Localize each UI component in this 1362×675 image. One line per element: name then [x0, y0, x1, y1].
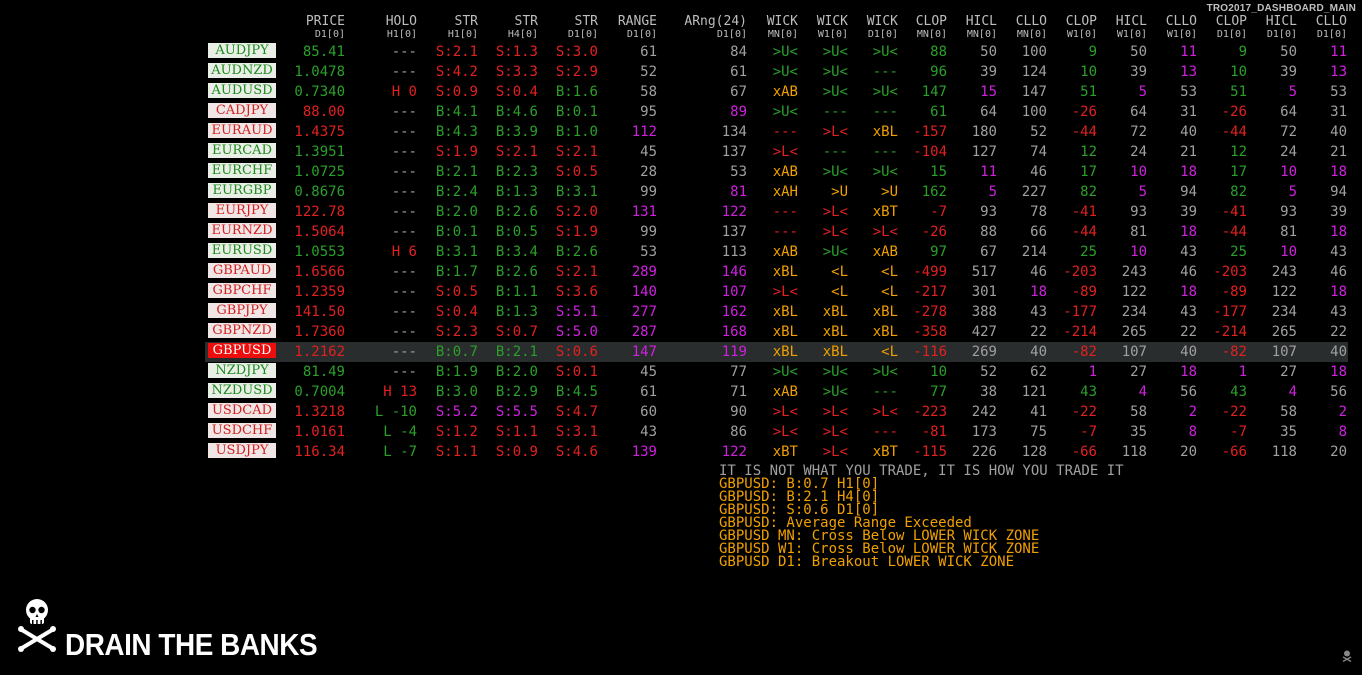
header-str-h1: STR H1[0] — [418, 14, 478, 41]
header-timeframe: H4[0] — [507, 29, 538, 40]
header-timeframe: H1[0] — [447, 29, 478, 40]
header-arng24: ARng(24) D1[0] — [657, 14, 747, 41]
column-headers: PRICE D1[0] HOLO H1[0] STR H1[0] STR H4[0] STR D1… — [0, 15, 1362, 43]
cell-cllo-d1: 43 — [1330, 244, 1347, 260]
cell-cllo-d1: 20 — [1330, 444, 1347, 460]
cell-cllo-d1: 18 — [1330, 224, 1347, 240]
cell-cllo-d1: 46 — [1330, 264, 1347, 280]
logo-text: DRAIN THE BANKS — [65, 627, 318, 662]
table-row[interactable]: CADJPY 88.00 --- B:4.1 B:4.6 B:0.1 95 89 >U< --- -… — [0, 102, 1362, 122]
table-row[interactable]: EURAUD 1.4375 --- B:4.3 B:3.9 B:1.0 112 134 --- >… — [0, 122, 1362, 142]
table-row[interactable]: USDCHF 1.0161 L -4 S:1.2 S:1.1 S:3.1 43 86 >L< >L… — [0, 422, 1362, 442]
cell-cllo-d1: 22 — [1330, 324, 1347, 340]
table-row[interactable]: EURUSD 1.0553 H 6 B:3.1 B:3.4 B:2.6 53 113 xAB >U… — [0, 242, 1362, 262]
table-row[interactable]: GBPJPY 141.50 --- S:0.4 B:1.3 S:5.1 277 162 xBL x… — [0, 302, 1362, 322]
header-label: CLLO — [1315, 14, 1347, 29]
alert-line: GBPUSD D1: Breakout LOWER WICK ZONE — [719, 554, 1015, 570]
table-row[interactable]: EURCAD 1.3951 --- S:1.9 S:2.1 S:2.1 45 137 >L< --… — [0, 142, 1362, 162]
cell-cllo-d1: 94 — [1330, 184, 1347, 200]
table-row[interactable]: EURJPY 122.78 --- B:2.0 B:2.6 S:2.0 131 122 --- >… — [0, 202, 1362, 222]
header-label: STR — [514, 14, 538, 29]
header-label: RANGE — [617, 14, 657, 29]
table-row[interactable]: EURCHF 1.0725 --- B:2.1 B:2.3 S:0.5 28 53 xAB >U<… — [0, 162, 1362, 182]
header-timeframe: D1[0] — [567, 29, 598, 40]
dashboard-title: TRO2017_DASHBOARD_MAIN — [1206, 3, 1356, 14]
header-label: PRICE — [305, 14, 345, 29]
table-row[interactable]: EURGBP 0.8676 --- B:2.4 B:1.3 B:3.1 99 81 xAH >U >… — [0, 182, 1362, 202]
table-row[interactable]: AUDNZD 1.0478 --- S:4.2 S:3.3 S:2.9 52 61 >U< >U<… — [0, 62, 1362, 82]
header-label: HOLO — [385, 14, 417, 29]
header-timeframe: H1[0] — [386, 29, 417, 40]
small-skull-icon — [1342, 647, 1352, 666]
cell-cllo-d1: 18 — [1330, 164, 1347, 180]
alert-messages: IT IS NOT WHAT YOU TRADE, IT IS HOW YOU … — [719, 464, 1124, 570]
header-str-h4: STR H4[0] — [478, 14, 538, 41]
cell-cllo-d1: 2 — [1338, 404, 1347, 420]
table-row[interactable]: GBPAUD 1.6566 --- B:1.7 B:2.6 S:2.1 289 146 xBL <… — [0, 262, 1362, 282]
table-row[interactable]: USDJPY 116.34 L -7 S:1.1 S:0.9 S:4.6 139 122 xBT… — [0, 442, 1362, 462]
header-range: RANGE D1[0] — [597, 14, 657, 41]
header-label: ARng(24) — [684, 14, 747, 29]
table-row[interactable]: GBPUSD 1.2162 --- B:0.7 B:2.1 S:0.6 147 119 xBL x… — [205, 342, 1348, 362]
cell-cllo-d1: 8 — [1338, 424, 1347, 440]
header-timeframe: D1[0] — [1316, 29, 1347, 40]
header-cllo-d1: CLLO D1[0] — [1287, 14, 1347, 41]
cell-cllo-d1: 31 — [1330, 104, 1347, 120]
cell-cllo-d1: 11 — [1330, 44, 1347, 60]
skull-crossbones-icon — [16, 598, 58, 656]
header-timeframe: D1[0] — [314, 29, 345, 40]
table-row[interactable]: AUDJPY 85.41 --- S:2.1 S:1.3 S:3.0 61 84 >U< >U< >… — [0, 42, 1362, 62]
cell-cllo-d1: 56 — [1330, 384, 1347, 400]
cell-cllo-d1: 21 — [1330, 144, 1347, 160]
table-row[interactable]: AUDUSD 0.7340 H 0 S:0.9 S:0.4 B:1.6 58 67 xAB >U<… — [0, 82, 1362, 102]
header-label: STR — [454, 14, 478, 29]
cell-cllo-d1: 40 — [1330, 344, 1347, 360]
header-holo: HOLO H1[0] — [357, 14, 417, 41]
cell-cllo-d1: 18 — [1330, 284, 1347, 300]
header-label: STR — [574, 14, 598, 29]
cell-cllo-d1: 39 — [1330, 204, 1347, 220]
table-row[interactable]: EURNZD 1.5064 --- B:0.1 B:0.5 S:1.9 99 137 --- >L… — [0, 222, 1362, 242]
table-row[interactable]: GBPCHF 1.2359 --- S:0.5 B:1.1 S:3.6 140 107 >L< <… — [0, 282, 1362, 302]
table-row[interactable]: USDCAD 1.3218 L -10 S:5.2 S:5.5 S:4.7 60 90 >L< >… — [0, 402, 1362, 422]
header-str-d1: STR D1[0] — [538, 14, 598, 41]
cell-cllo-d1: 13 — [1330, 64, 1347, 80]
header-price: PRICE D1[0] — [285, 14, 345, 41]
cell-cllo-d1: 18 — [1330, 364, 1347, 380]
cell-cllo-d1: 53 — [1330, 84, 1347, 100]
cell-cllo-d1: 40 — [1330, 124, 1347, 140]
header-timeframe: D1[0] — [716, 29, 747, 40]
header-timeframe: D1[0] — [626, 29, 657, 40]
table-row[interactable]: GBPNZD 1.7360 --- S:2.3 S:0.7 S:5.0 287 168 xBL x… — [0, 322, 1362, 342]
table-row[interactable]: NZDJPY 81.49 --- B:1.9 B:2.0 S:0.1 45 77 >U< >U< >… — [0, 362, 1362, 382]
table-row[interactable]: NZDUSD 0.7004 H 13 B:3.0 B:2.9 B:4.5 61 71 xAB >U… — [0, 382, 1362, 402]
cell-cllo-d1: 43 — [1330, 304, 1347, 320]
